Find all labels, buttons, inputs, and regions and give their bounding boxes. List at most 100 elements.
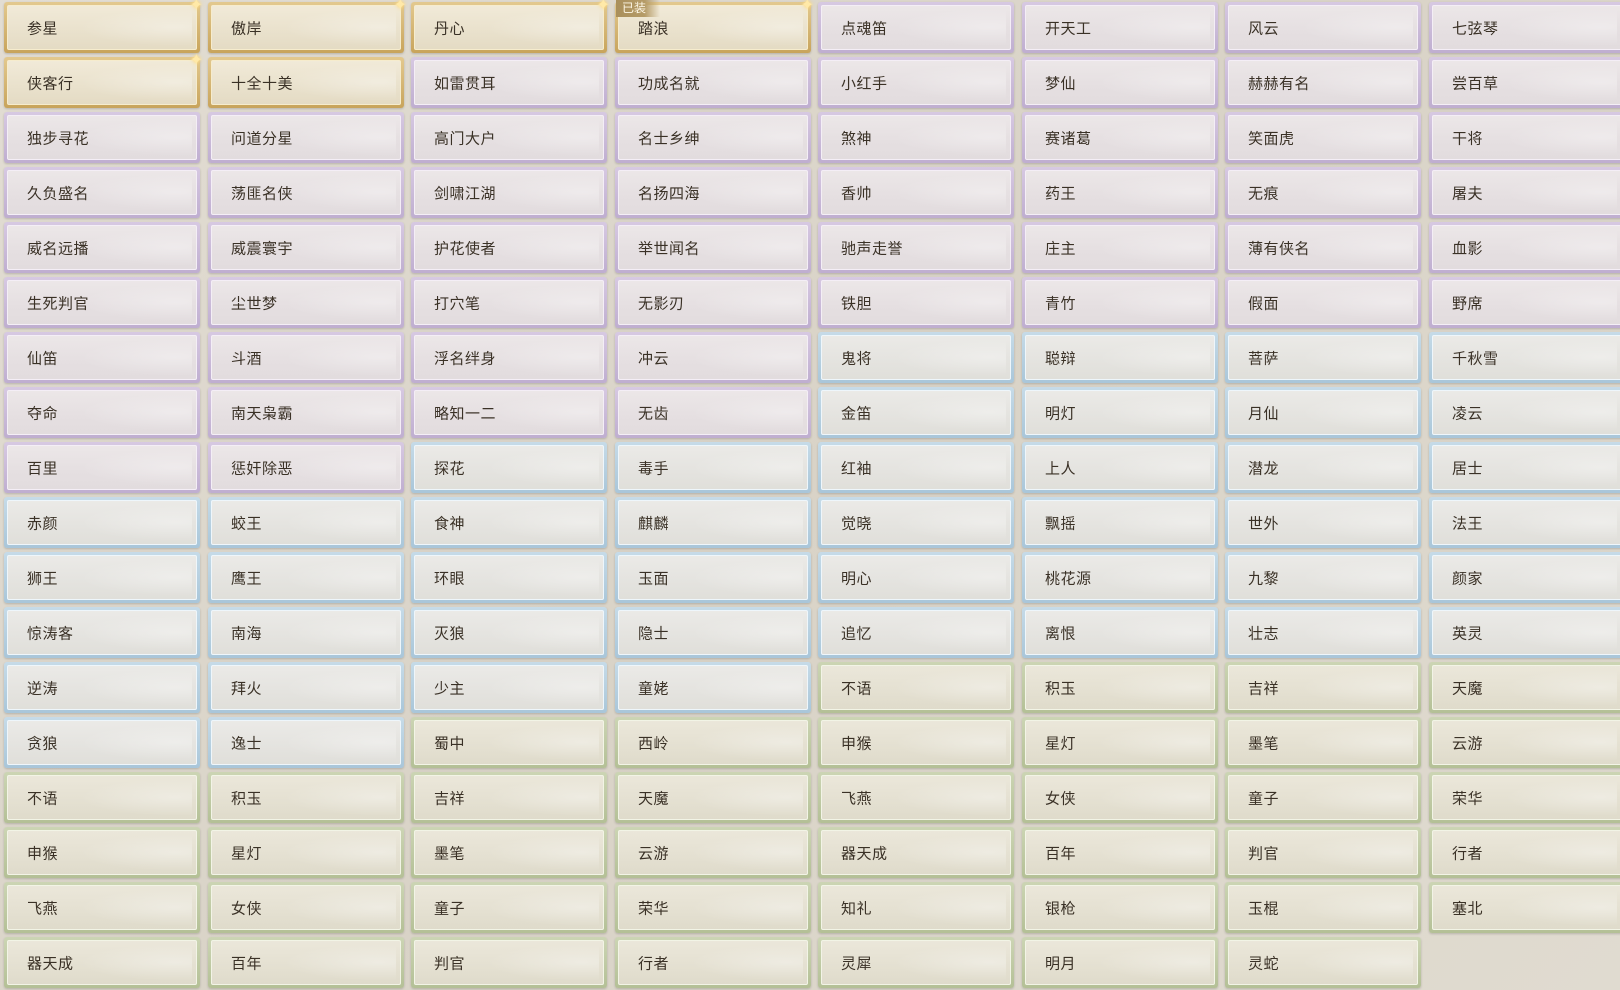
title-card[interactable]: 上人	[1022, 442, 1218, 493]
title-card[interactable]: 壮志	[1225, 607, 1421, 658]
title-card[interactable]: 无齿	[615, 387, 811, 438]
title-card[interactable]: 聪辩	[1022, 332, 1218, 383]
title-card[interactable]: 不语	[4, 772, 200, 823]
title-card[interactable]: 赤颜	[4, 497, 200, 548]
title-card[interactable]: 月仙	[1225, 387, 1421, 438]
title-card[interactable]: 百里	[4, 442, 200, 493]
title-card[interactable]: 煞神	[818, 112, 1014, 163]
title-card[interactable]: 知礼	[818, 882, 1014, 933]
title-card[interactable]: 颜家	[1429, 552, 1620, 603]
title-card[interactable]: 明灯	[1022, 387, 1218, 438]
title-card[interactable]: 无影刃	[615, 277, 811, 328]
title-card[interactable]: 野席	[1429, 277, 1620, 328]
title-card[interactable]: 童子	[1225, 772, 1421, 823]
title-card[interactable]: 玉棍	[1225, 882, 1421, 933]
title-card[interactable]: 星灯	[208, 827, 404, 878]
title-card[interactable]: 护花使者	[411, 222, 607, 273]
title-card[interactable]: 毒手	[615, 442, 811, 493]
title-card[interactable]: 食神	[411, 497, 607, 548]
title-card[interactable]: 无痕	[1225, 167, 1421, 218]
title-card[interactable]: 铁胆	[818, 277, 1014, 328]
title-card[interactable]: 开天工	[1022, 2, 1218, 53]
title-card[interactable]: 尝百草	[1429, 57, 1620, 108]
title-card[interactable]: 灭狼	[411, 607, 607, 658]
title-card[interactable]: 踏浪 ✦ 已装	[615, 0, 814, 53]
title-card[interactable]: 法王	[1429, 497, 1620, 548]
title-card[interactable]: 灵犀	[818, 937, 1014, 988]
title-card[interactable]: 凌云	[1429, 387, 1620, 438]
title-card[interactable]: 吉祥	[411, 772, 607, 823]
title-card[interactable]: 参星 ✦	[4, 0, 203, 53]
title-card[interactable]: 狮王	[4, 552, 200, 603]
title-card[interactable]: 药王	[1022, 167, 1218, 218]
title-card[interactable]: 打穴笔	[411, 277, 607, 328]
title-card[interactable]: 红袖	[818, 442, 1014, 493]
title-card[interactable]: 麒麟	[615, 497, 811, 548]
title-card[interactable]: 少主	[411, 662, 607, 713]
title-card[interactable]: 尘世梦	[208, 277, 404, 328]
title-card[interactable]: 独步寻花	[4, 112, 200, 163]
title-card[interactable]: 风云	[1225, 2, 1421, 53]
title-card[interactable]: 吉祥	[1225, 662, 1421, 713]
title-card[interactable]: 南海	[208, 607, 404, 658]
title-card[interactable]: 功成名就	[615, 57, 811, 108]
title-card[interactable]: 南天枭霸	[208, 387, 404, 438]
title-card[interactable]: 逸士	[208, 717, 404, 768]
title-card[interactable]: 久负盛名	[4, 167, 200, 218]
title-card[interactable]: 器天成	[818, 827, 1014, 878]
title-card[interactable]: 申猴	[818, 717, 1014, 768]
title-card[interactable]: 器天成	[4, 937, 200, 988]
title-card[interactable]: 百年	[1022, 827, 1218, 878]
title-card[interactable]: 塞北	[1429, 882, 1620, 933]
title-card[interactable]: 离恨	[1022, 607, 1218, 658]
title-card[interactable]: 明心	[818, 552, 1014, 603]
title-card[interactable]: 灵蛇	[1225, 937, 1421, 988]
title-card[interactable]: 十全十美	[208, 57, 404, 108]
title-card[interactable]: 金笛	[818, 387, 1014, 438]
title-card[interactable]: 冲云	[615, 332, 811, 383]
title-card[interactable]: 问道分星	[208, 112, 404, 163]
title-card[interactable]: 飘摇	[1022, 497, 1218, 548]
title-card[interactable]: 生死判官	[4, 277, 200, 328]
title-card[interactable]: 积玉	[208, 772, 404, 823]
title-card[interactable]: 庄主	[1022, 222, 1218, 273]
title-card[interactable]: 蜀中	[411, 717, 607, 768]
title-card[interactable]: 威名远播	[4, 222, 200, 273]
title-card[interactable]: 斗酒	[208, 332, 404, 383]
title-card[interactable]: 九黎	[1225, 552, 1421, 603]
title-card[interactable]: 蛟王	[208, 497, 404, 548]
title-card[interactable]: 梦仙	[1022, 57, 1218, 108]
title-card[interactable]: 略知一二	[411, 387, 607, 438]
title-card[interactable]: 薄有侠名	[1225, 222, 1421, 273]
title-card[interactable]: 屠夫	[1429, 167, 1620, 218]
title-card[interactable]: 名士乡绅	[615, 112, 811, 163]
title-card[interactable]: 墨笔	[1225, 717, 1421, 768]
title-card[interactable]: 星灯	[1022, 717, 1218, 768]
title-card[interactable]: 西岭	[615, 717, 811, 768]
title-card[interactable]: 英灵	[1429, 607, 1620, 658]
title-card[interactable]: 威震寰宇	[208, 222, 404, 273]
title-card[interactable]: 侠客行 ✦	[4, 52, 203, 108]
title-card[interactable]: 觉晓	[818, 497, 1014, 548]
title-card[interactable]: 潜龙	[1225, 442, 1421, 493]
title-card[interactable]: 飞燕	[818, 772, 1014, 823]
title-card[interactable]: 银枪	[1022, 882, 1218, 933]
title-card[interactable]: 隐士	[615, 607, 811, 658]
title-card[interactable]: 青竹	[1022, 277, 1218, 328]
title-card[interactable]: 探花	[411, 442, 607, 493]
title-card[interactable]: 积玉	[1022, 662, 1218, 713]
title-card[interactable]: 玉面	[615, 552, 811, 603]
title-card[interactable]: 丹心 ✦	[411, 0, 610, 53]
title-card[interactable]: 赫赫有名	[1225, 57, 1421, 108]
title-card[interactable]: 香帅	[818, 167, 1014, 218]
title-card[interactable]: 小红手	[818, 57, 1014, 108]
title-card[interactable]: 童姥	[615, 662, 811, 713]
title-card[interactable]: 惊涛客	[4, 607, 200, 658]
title-card[interactable]: 笑面虎	[1225, 112, 1421, 163]
title-card[interactable]: 拜火	[208, 662, 404, 713]
title-card[interactable]: 荡匪名侠	[208, 167, 404, 218]
title-card[interactable]: 贪狼	[4, 717, 200, 768]
title-card[interactable]: 仙笛	[4, 332, 200, 383]
title-card[interactable]: 百年	[208, 937, 404, 988]
title-card[interactable]: 女侠	[208, 882, 404, 933]
